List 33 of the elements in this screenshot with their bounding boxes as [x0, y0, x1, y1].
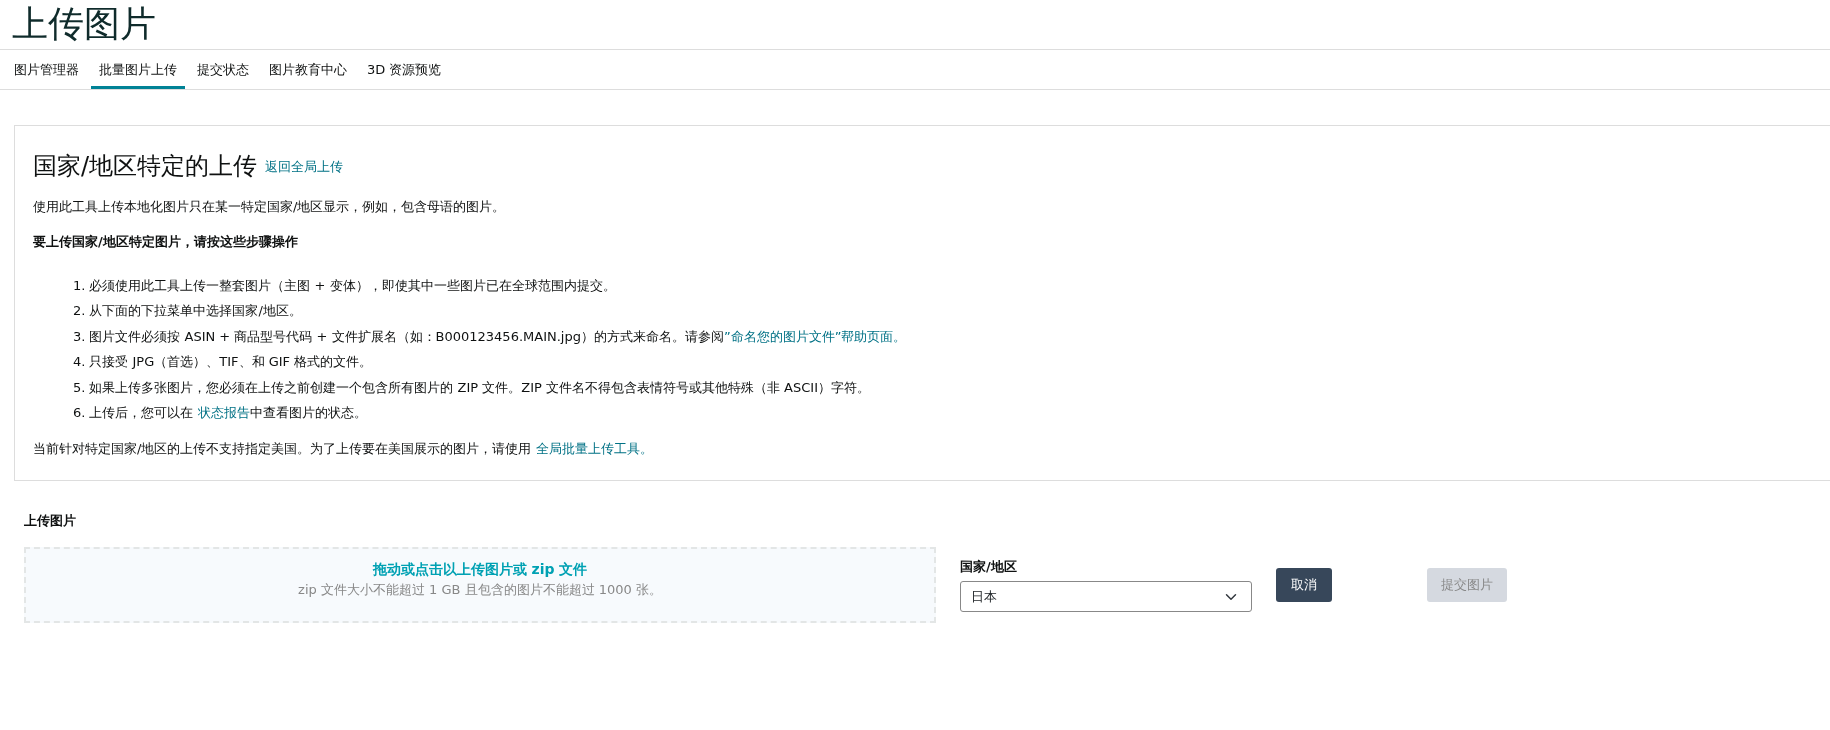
intro-text: 使用此工具上传本地化图片只在某一特定国家/地区显示，例如，包含母语的图片。: [33, 198, 507, 216]
step-number: 6.: [73, 404, 86, 423]
drop-hint: zip 文件大小不能超过 1 GB 且包含的图片不能超过 1000 张。: [297, 581, 663, 599]
nav-tab[interactable]: 图片教育中心: [261, 50, 355, 90]
step-text: 图片文件必须按 ASIN + 商品型号代码 + 文件扩展名（如：B000123456.MAIN.jpg）的方式来命名。请参阅”命名您的图片文件”帮助页面。: [89, 328, 907, 346]
step-number: 5.: [73, 379, 86, 397]
help-link[interactable]: ”命名您的图片文件”帮助页面。: [723, 329, 907, 344]
nav-tab[interactable]: 图片管理器: [6, 50, 87, 90]
cancel-button[interactable]: 取消: [1276, 568, 1332, 602]
step-text: 上传后，您可以在 状态报告中查看图片的状态。: [89, 404, 367, 423]
upload-label: 上传图片: [24, 512, 77, 531]
step-number: 1.: [73, 277, 86, 295]
nav-tab[interactable]: 提交状态: [189, 50, 257, 90]
step-text: 必须使用此工具上传一整套图片（主图 + 变体），即使其中一些图片已在全球范围内提交。: [89, 277, 616, 295]
steps-title: 要上传国家/地区特定图片，请按这些步骤操作: [33, 233, 299, 252]
nav-tab[interactable]: 3D 资源预览: [359, 50, 450, 90]
country-label: 国家/地区: [960, 558, 1018, 577]
nav-tab[interactable]: 批量图片上传: [91, 50, 185, 90]
step-text: 如果上传多张图片，您必须在上传之前创建一个包含所有图片的 ZIP 文件。ZIP 文件名不得包含表情符号或其他特殊（非 ASCII）字符。: [89, 379, 870, 397]
drop-zone[interactable]: 拖动或点击以上传图片或 zip 文件 zip 文件大小不能超过 1 GB 且包含的图片不能超过 1000 张。: [24, 547, 936, 623]
page-title: 上传图片: [11, 2, 157, 46]
step-number: 4.: [73, 353, 86, 372]
country-select[interactable]: 日本: [960, 581, 1252, 613]
section-heading: 国家/地区特定的上传: [33, 152, 258, 181]
note-text: 当前针对特定国家/地区的上传不支持指定美国。为了上传要在美国展示的图片，请使用 全局批量上传工具。: [33, 440, 654, 458]
drop-title: 拖动或点击以上传图片或 zip 文件: [371, 560, 589, 579]
step-text: 从下面的下拉菜单中选择国家/地区。: [89, 302, 302, 321]
step-number: 2.: [73, 302, 86, 321]
help-link[interactable]: 全局批量上传工具。: [535, 441, 653, 456]
help-link[interactable]: 状态报告: [197, 405, 250, 421]
back-link[interactable]: 返回全局上传: [265, 157, 344, 177]
step-text: 只接受 JPG（首选）、TIF、和 GIF 格式的文件。: [89, 353, 373, 372]
step-number: 3.: [73, 328, 86, 346]
